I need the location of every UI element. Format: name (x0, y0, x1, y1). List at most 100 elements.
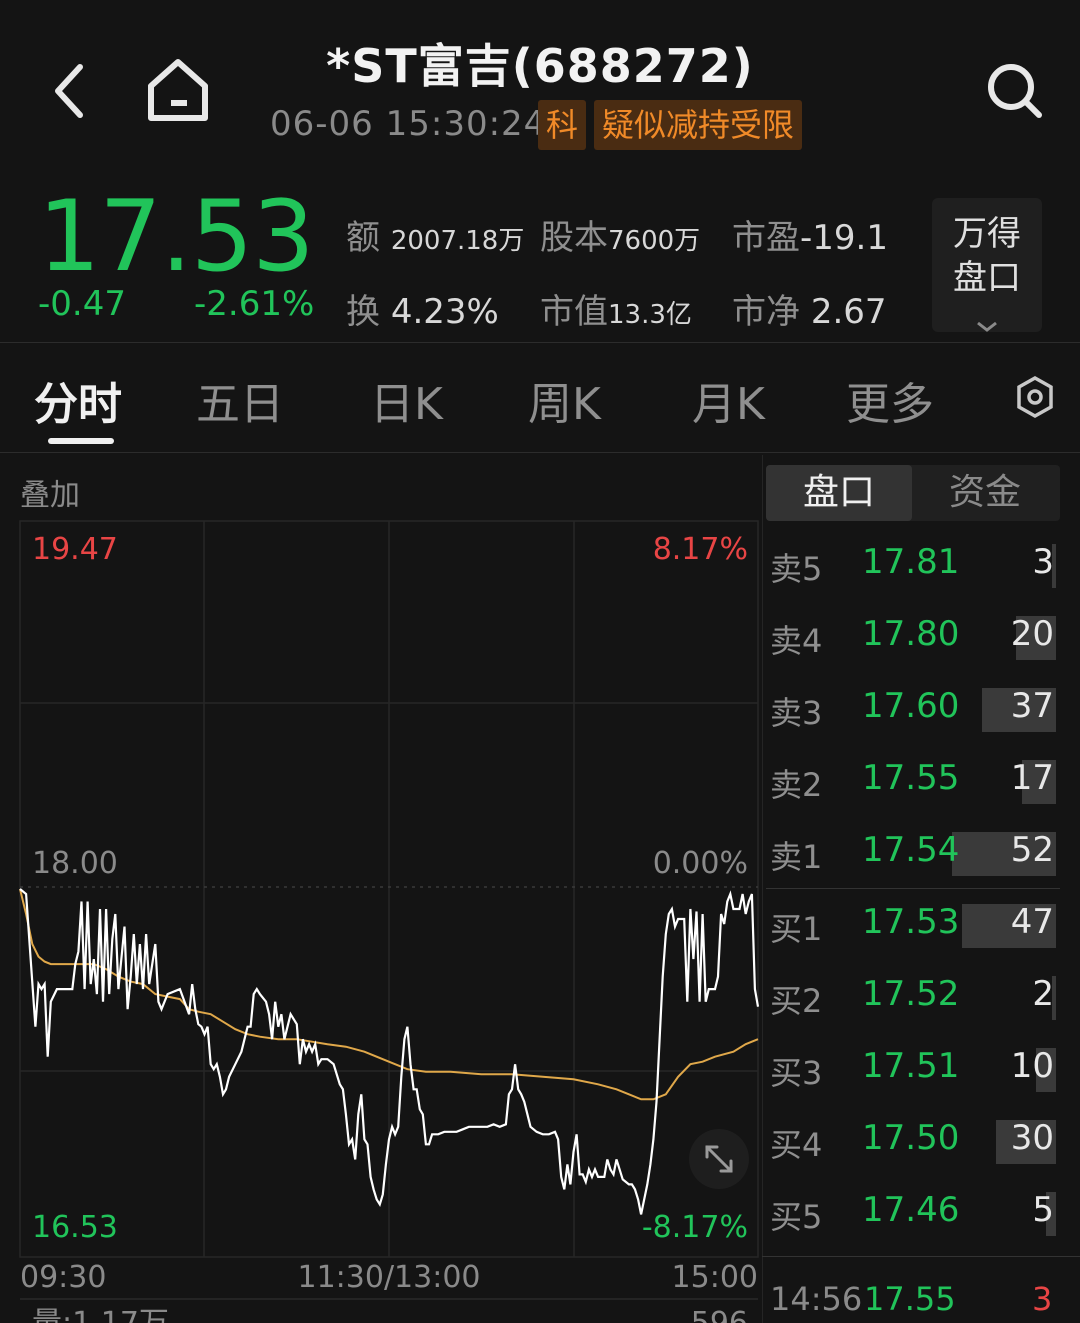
warning-badge[interactable]: 疑似减持受限 (594, 100, 803, 150)
level-label: 买2 (770, 982, 823, 1020)
y-min-price: 16.53 (32, 1210, 118, 1245)
divider (0, 342, 1080, 343)
price-change: -0.47 (38, 284, 126, 324)
level-price: 17.46 (862, 1190, 960, 1230)
stat-value: 2007.18万 (390, 226, 525, 256)
stat-label: 股本 (540, 218, 608, 258)
level-label: 卖4 (770, 622, 823, 660)
bid-level[interactable]: 买2 17.52 2 (766, 968, 1060, 1028)
wind-line2: 盘口 (953, 258, 1021, 298)
stat-turnover: 换 4.23% (346, 284, 499, 333)
level-label: 买4 (770, 1126, 823, 1164)
y-mid-price: 18.00 (32, 846, 118, 881)
level-label: 卖5 (770, 550, 823, 588)
tick-volume: 3 (1032, 1280, 1053, 1318)
active-tab-indicator (48, 438, 114, 444)
level-price: 17.51 (862, 1046, 960, 1086)
level-price: 17.54 (862, 830, 960, 870)
level-volume: 47 (1010, 902, 1054, 942)
stat-value: 7600万 (608, 226, 701, 256)
tick-divider (762, 1256, 1080, 1257)
level-volume: 2 (1032, 974, 1054, 1014)
level-volume: 52 (1010, 830, 1054, 870)
panel-divider (762, 455, 763, 1323)
bid-level[interactable]: 买5 17.46 5 (766, 1184, 1060, 1244)
x-label-mid: 11:30/13:00 (297, 1260, 480, 1295)
stat-shares: 股本7600万 (540, 210, 700, 259)
tab-capital-flow[interactable]: 资金 (912, 465, 1058, 521)
ask-level[interactable]: 卖5 17.81 3 (766, 536, 1060, 596)
ask-level[interactable]: 卖4 17.80 20 (766, 608, 1060, 668)
level-price: 17.55 (862, 758, 960, 798)
quote-datetime: 06-06 15:30:24 (270, 104, 547, 144)
tab-monthly-k[interactable]: 月K (692, 368, 765, 432)
search-button[interactable] (980, 56, 1050, 126)
stat-label: 市值 (540, 292, 608, 332)
level-label: 买1 (770, 910, 823, 948)
divider (0, 452, 1080, 453)
level-label: 卖3 (770, 694, 823, 732)
stat-pb: 市净 2.67 (732, 284, 887, 333)
tab-daily-k[interactable]: 日K (370, 368, 443, 432)
y-max-price: 19.47 (32, 532, 118, 567)
bid-level[interactable]: 买4 17.50 30 (766, 1112, 1060, 1172)
level-price: 17.53 (862, 902, 960, 942)
level-price: 17.50 (862, 1118, 960, 1158)
level-volume: 37 (1010, 686, 1054, 726)
tab-weekly-k[interactable]: 周K (528, 368, 601, 432)
bid-level[interactable]: 买3 17.51 10 (766, 1040, 1060, 1100)
tab-intraday[interactable]: 分时 (34, 368, 122, 432)
ask-level[interactable]: 卖3 17.60 37 (766, 680, 1060, 740)
tab-orderbook[interactable]: 盘口 (766, 465, 912, 521)
intraday-chart[interactable]: 19.47 8.17% 18.00 0.00% 16.53 -8.17% 09:… (0, 515, 762, 1323)
chart-settings-button[interactable] (1010, 372, 1060, 422)
tick-time: 14:56 (770, 1280, 863, 1318)
level-volume: 17 (1010, 758, 1054, 798)
current-price: 17.53 (38, 180, 315, 294)
level-volume: 10 (1010, 1046, 1054, 1086)
stat-value: -19.1 (800, 218, 888, 258)
wind-line1: 万得 (953, 214, 1021, 254)
level-volume: 30 (1010, 1118, 1054, 1158)
overlay-button[interactable]: 叠加 (20, 470, 80, 514)
y-mid-pct: 0.00% (653, 846, 748, 881)
ask-level[interactable]: 卖2 17.55 17 (766, 752, 1060, 812)
ask-level[interactable]: 卖1 17.54 52 (766, 824, 1060, 884)
stat-value: 2.67 (810, 292, 887, 332)
x-label-close: 15:00 (672, 1260, 758, 1295)
level-label: 买5 (770, 1198, 823, 1236)
stat-pe: 市盈-19.1 (732, 210, 888, 259)
stat-value: 4.23% (390, 292, 499, 332)
stat-market-cap: 市值13.3亿 (540, 284, 692, 333)
stat-amount: 额 2007.18万 (346, 210, 524, 259)
tab-more[interactable]: 更多 (846, 368, 934, 432)
level-label: 买3 (770, 1054, 823, 1092)
tick-price: 17.55 (864, 1280, 956, 1318)
stat-value: 13.3亿 (608, 300, 692, 330)
board-badge: 科 (538, 100, 587, 150)
volume-label: 量:1.17万 (32, 1306, 169, 1323)
stat-label: 换 (346, 292, 380, 332)
level-price: 17.80 (862, 614, 960, 654)
y-min-pct: -8.17% (642, 1210, 748, 1245)
level-label: 卖1 (770, 838, 823, 876)
y-max-pct: 8.17% (653, 532, 748, 567)
stat-label: 市盈 (732, 218, 800, 258)
stock-title: *ST富吉(688272) (326, 39, 754, 93)
level-label: 卖2 (770, 766, 823, 804)
stat-label: 额 (346, 218, 380, 258)
wind-orderbook-button[interactable]: 万得 盘口 (932, 198, 1042, 332)
level-volume: 20 (1010, 614, 1054, 654)
level-volume: 3 (1032, 542, 1054, 582)
level-price: 17.60 (862, 686, 960, 726)
x-label-open: 09:30 (20, 1260, 106, 1295)
search-icon (988, 64, 1042, 118)
tab-five-day[interactable]: 五日 (196, 368, 284, 432)
orderbook-divider (766, 888, 1060, 889)
level-volume: 5 (1032, 1190, 1054, 1230)
level-price: 17.81 (862, 542, 960, 582)
expand-button[interactable] (689, 1129, 749, 1189)
bid-level[interactable]: 买1 17.53 47 (766, 896, 1060, 956)
stat-label: 市净 (732, 292, 800, 332)
chevron-down-icon (977, 321, 997, 332)
